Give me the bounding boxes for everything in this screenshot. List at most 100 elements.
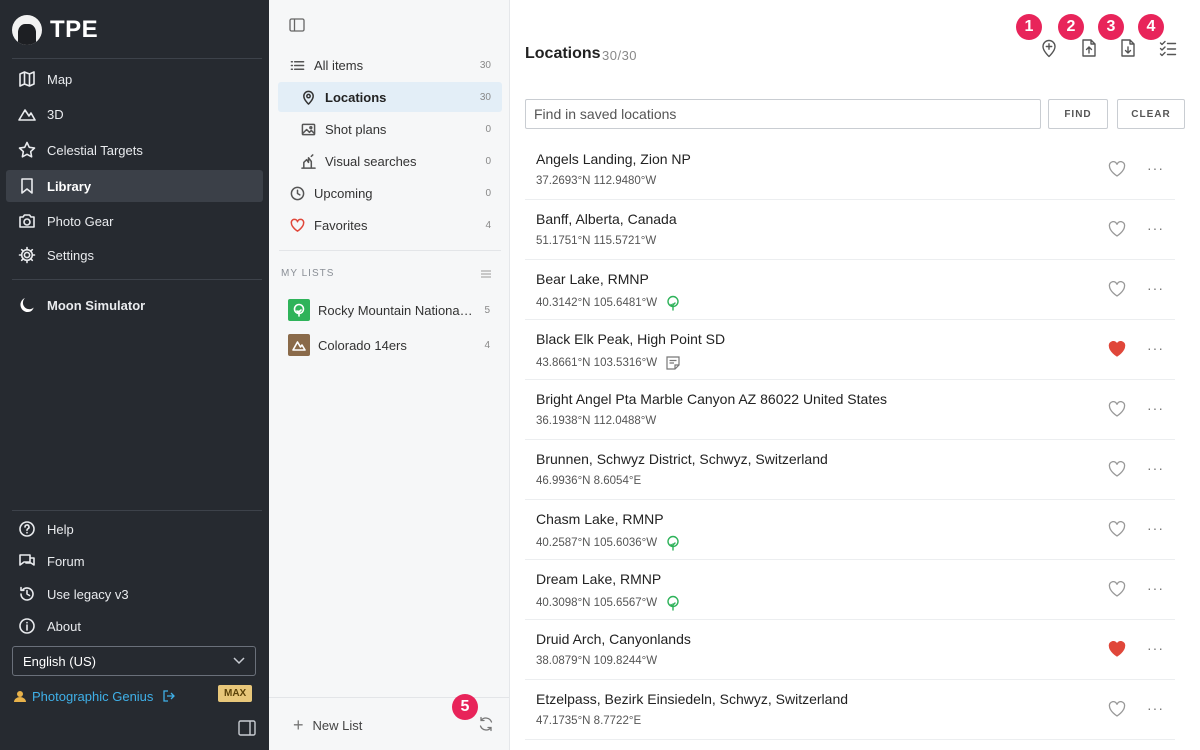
sidebar-item-label: Forum bbox=[47, 553, 85, 569]
heart-icon bbox=[289, 217, 305, 233]
clock-icon bbox=[289, 185, 305, 201]
new-list-button[interactable]: + New List bbox=[293, 716, 362, 734]
export-button[interactable] bbox=[1119, 38, 1137, 58]
heart-filled-icon[interactable] bbox=[1108, 341, 1126, 357]
location-row[interactable]: Angels Landing, Zion NP 37.2693°N 112.948… bbox=[525, 140, 1175, 200]
add-pin-icon bbox=[1042, 39, 1056, 58]
heart-outline-icon[interactable] bbox=[1108, 281, 1126, 297]
location-coords: 51.1751°N 115.5721°W bbox=[536, 235, 656, 247]
location-row[interactable]: Bear Lake, RMNP 40.3142°N 105.6481°W ··· bbox=[525, 260, 1175, 320]
bookmark-icon bbox=[18, 177, 36, 195]
sidebar-item-photo-gear[interactable]: Photo Gear bbox=[6, 205, 263, 237]
coords-text: 36.1938°N 112.0488°W bbox=[536, 415, 657, 427]
forum-icon bbox=[18, 552, 36, 570]
sidebar-item-about[interactable]: About bbox=[6, 610, 263, 642]
more-options-icon[interactable]: ··· bbox=[1147, 580, 1164, 596]
location-name: Banff, Alberta, Canada bbox=[536, 211, 677, 227]
coords-text: 43.8661°N 103.5316°W bbox=[536, 357, 658, 369]
heart-outline-icon[interactable] bbox=[1108, 401, 1126, 417]
map-icon bbox=[18, 70, 36, 88]
panel-divider bbox=[279, 250, 501, 251]
heart-outline-icon[interactable] bbox=[1108, 701, 1126, 717]
library-item-shot-plans[interactable]: Shot plans 0 bbox=[278, 114, 502, 144]
more-options-icon[interactable]: ··· bbox=[1147, 400, 1164, 416]
location-name: Bright Angel Pta Marble Canyon AZ 86022 … bbox=[536, 391, 887, 407]
mountain-icon bbox=[18, 105, 36, 123]
heart-outline-icon[interactable] bbox=[1108, 521, 1126, 537]
location-row[interactable]: Black Elk Peak, High Point SD 43.8661°N 1… bbox=[525, 320, 1175, 380]
add-location-button[interactable] bbox=[1040, 38, 1058, 58]
more-options-icon[interactable]: ··· bbox=[1147, 520, 1164, 536]
sidebar-item-3d[interactable]: 3D bbox=[6, 98, 263, 130]
sidebar-item-library[interactable]: Library bbox=[6, 170, 263, 202]
library-panel: All items 30 Locations 30 Shot plans 0 V… bbox=[269, 0, 510, 750]
find-button[interactable]: FIND bbox=[1048, 99, 1108, 129]
more-options-icon[interactable]: ··· bbox=[1147, 640, 1164, 656]
sidebar-item-legacy[interactable]: Use legacy v3 bbox=[6, 578, 263, 610]
panel-toggle-icon[interactable] bbox=[289, 18, 305, 32]
sidebar-item-moon-simulator[interactable]: Moon Simulator bbox=[6, 289, 263, 321]
user-name-link[interactable]: Photographic Genius bbox=[32, 689, 153, 704]
refresh-icon[interactable] bbox=[478, 716, 494, 732]
heart-outline-icon[interactable] bbox=[1108, 581, 1126, 597]
select-mode-button[interactable] bbox=[1159, 38, 1177, 58]
more-options-icon[interactable]: ··· bbox=[1147, 460, 1164, 476]
logout-icon[interactable] bbox=[163, 690, 176, 702]
my-lists-header: MY LISTS bbox=[281, 268, 335, 279]
tree-icon bbox=[665, 535, 681, 551]
heart-filled-icon[interactable] bbox=[1108, 641, 1126, 657]
my-list-label: Rocky Mountain National Park bbox=[318, 302, 474, 318]
help-icon bbox=[18, 520, 36, 538]
location-row[interactable]: Chasm Lake, RMNP 40.2587°N 105.6036°W ··· bbox=[525, 500, 1175, 560]
my-list-rocky-mountain[interactable]: Rocky Mountain National Park 5 bbox=[288, 298, 500, 322]
sidebar-divider bbox=[12, 510, 262, 511]
sidebar-item-forum[interactable]: Forum bbox=[6, 545, 263, 577]
gear-icon bbox=[18, 246, 36, 264]
location-row[interactable]: Druid Arch, Canyonlands 38.0879°N 109.824… bbox=[525, 620, 1175, 680]
clear-button[interactable]: CLEAR bbox=[1117, 99, 1185, 129]
location-row[interactable]: Etzelpass, Bezirk Einsiedeln, Schwyz, Sw… bbox=[525, 680, 1175, 740]
file-upload-icon bbox=[1082, 39, 1096, 57]
sidebar-item-celestial-targets[interactable]: Celestial Targets bbox=[6, 134, 263, 166]
sidebar-item-settings[interactable]: Settings bbox=[6, 239, 263, 271]
heart-outline-icon[interactable] bbox=[1108, 461, 1126, 477]
library-item-all-items[interactable]: All items 30 bbox=[278, 50, 502, 80]
my-list-colorado-14ers[interactable]: Colorado 14ers 4 bbox=[288, 333, 500, 357]
more-options-icon[interactable]: ··· bbox=[1147, 340, 1164, 356]
language-select[interactable]: English (US) bbox=[12, 646, 256, 676]
more-options-icon[interactable]: ··· bbox=[1147, 280, 1164, 296]
heart-outline-icon[interactable] bbox=[1108, 221, 1126, 237]
brand[interactable]: TPE bbox=[12, 12, 98, 48]
info-icon bbox=[18, 617, 36, 635]
coords-text: 47.1735°N 8.7722°E bbox=[536, 715, 642, 727]
search-input[interactable] bbox=[525, 99, 1041, 129]
more-options-icon[interactable]: ··· bbox=[1147, 220, 1164, 236]
collapse-sidebar-icon[interactable] bbox=[238, 720, 256, 736]
sidebar-item-map[interactable]: Map bbox=[6, 63, 263, 95]
library-item-favorites[interactable]: Favorites 4 bbox=[278, 210, 502, 240]
location-row[interactable]: Banff, Alberta, Canada 51.1751°N 115.5721… bbox=[525, 200, 1175, 260]
location-row[interactable]: Brunnen, Schwyz District, Schwyz, Switze… bbox=[525, 440, 1175, 500]
library-item-visual-searches[interactable]: Visual searches 0 bbox=[278, 146, 502, 176]
library-item-label: All items bbox=[314, 57, 364, 73]
library-item-locations[interactable]: Locations 30 bbox=[278, 82, 502, 112]
sidebar-item-label: Moon Simulator bbox=[47, 297, 146, 313]
history-icon bbox=[18, 585, 36, 603]
sidebar-item-help[interactable]: Help bbox=[6, 513, 263, 545]
more-options-icon[interactable]: ··· bbox=[1147, 160, 1164, 176]
location-row[interactable]: Bright Angel Pta Marble Canyon AZ 86022 … bbox=[525, 380, 1175, 440]
camera-icon bbox=[18, 212, 36, 230]
location-coords: 36.1938°N 112.0488°W bbox=[536, 415, 656, 427]
sidebar-divider bbox=[12, 279, 262, 280]
location-row[interactable]: Dream Lake, RMNP 40.3098°N 105.6567°W ··· bbox=[525, 560, 1175, 620]
more-options-icon[interactable]: ··· bbox=[1147, 700, 1164, 716]
sidebar-item-label: About bbox=[47, 618, 81, 634]
checklist-icon bbox=[1159, 40, 1177, 57]
app-sidebar: TPE Map 3D Celestial Targets Library Pho… bbox=[0, 0, 269, 750]
hamburger-icon[interactable] bbox=[481, 270, 491, 278]
visual-search-icon bbox=[300, 153, 316, 169]
location-name: Druid Arch, Canyonlands bbox=[536, 631, 691, 647]
import-button[interactable] bbox=[1080, 38, 1098, 58]
heart-outline-icon[interactable] bbox=[1108, 161, 1126, 177]
library-item-upcoming[interactable]: Upcoming 0 bbox=[278, 178, 502, 208]
